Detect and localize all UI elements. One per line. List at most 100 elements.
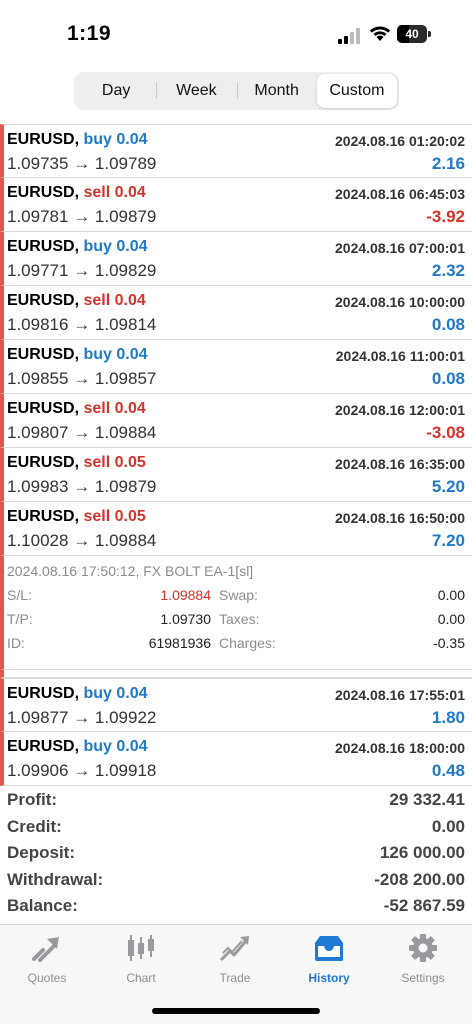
deal-row[interactable]: EURUSD, buy 0.04 2024.08.16 11:00:01 1.098… <box>0 340 472 394</box>
deal-prices: 1.09771 → 1.09829 <box>7 261 156 281</box>
deal-row[interactable]: EURUSD, buy 0.04 2024.08.16 18:00:00 1.099… <box>0 732 472 786</box>
deal-close-price: 1.09857 <box>94 369 157 388</box>
deal-title: EURUSD, sell 0.05 <box>7 454 146 472</box>
deal-profit: 0.48 <box>431 761 465 780</box>
segment-month[interactable]: Month <box>236 74 317 108</box>
summary-withdrawal-row: Withdrawal: -208 200.00 <box>0 867 472 894</box>
deal-title: EURUSD, sell 0.05 <box>7 508 146 526</box>
status-bar: 1:19 40 <box>0 0 472 70</box>
battery-icon: 40 <box>397 25 431 43</box>
charges-label: Charges: <box>219 635 276 651</box>
deal-open-price: 1.09735 <box>7 154 69 173</box>
deal-open-price: 1.09855 <box>7 369 69 388</box>
deal-type: buy 0.04 <box>83 685 148 702</box>
cellular-signal-icon <box>338 28 360 44</box>
deal-symbol: EURUSD, <box>7 454 80 471</box>
deal-profit: 2.32 <box>431 261 465 280</box>
charges-value: -0.35 <box>433 635 465 651</box>
tab-quotes[interactable]: Quotes <box>0 933 94 989</box>
deal-type: sell 0.04 <box>83 184 146 201</box>
deal-row[interactable]: EURUSD, buy 0.04 2024.08.16 01:20:02 1.097… <box>0 124 472 178</box>
deal-type: sell 0.04 <box>83 292 146 309</box>
deal-arrow: → <box>73 477 91 496</box>
credit-value: 0.00 <box>431 816 465 836</box>
deal-close-price: 1.09814 <box>94 315 157 334</box>
settings-icon <box>409 934 437 962</box>
summary-credit-row: Credit: 0.00 <box>0 814 472 841</box>
tab-history[interactable]: History <box>282 933 376 989</box>
deal-time: 2024.08.16 10:00:00 <box>335 294 465 310</box>
deal-type: sell 0.05 <box>83 508 146 525</box>
deal-time: 2024.08.16 11:00:01 <box>335 348 465 364</box>
segment-custom[interactable]: Custom <box>316 74 397 108</box>
taxes-value: 0.00 <box>437 611 465 627</box>
home-indicator <box>152 1008 320 1014</box>
withdrawal-label: Withdrawal: <box>7 869 104 889</box>
swap-label: Swap: <box>219 587 258 603</box>
deal-row[interactable]: EURUSD, sell 0.04 2024.08.16 06:45:03 1.09… <box>0 178 472 232</box>
deal-row[interactable]: EURUSD, buy 0.04 2024.08.16 17:55:01 1.098… <box>0 678 472 732</box>
deal-arrow: → <box>73 315 91 334</box>
deal-open-price: 1.10028 <box>7 531 69 550</box>
deal-symbol: EURUSD, <box>7 184 80 201</box>
deal-prices: 1.09781 → 1.09879 <box>7 207 156 227</box>
deal-symbol: EURUSD, <box>7 738 80 755</box>
balance-value: -52 867.59 <box>383 896 465 915</box>
deal-profit: 1.80 <box>431 708 465 727</box>
deal-row[interactable]: EURUSD, sell 0.05 2024.08.16 16:35:00 1.09… <box>0 448 472 502</box>
tab-trade[interactable]: Trade <box>188 933 282 989</box>
deal-prices: 1.09735 → 1.09789 <box>7 154 156 174</box>
chart-icon <box>128 935 154 961</box>
deposit-label: Deposit: <box>7 843 75 862</box>
taxes-label: Taxes: <box>219 611 260 627</box>
deal-symbol: EURUSD, <box>7 400 80 417</box>
deal-title: EURUSD, buy 0.04 <box>7 738 148 756</box>
deal-title: EURUSD, sell 0.04 <box>7 292 146 310</box>
deal-symbol: EURUSD, <box>7 238 80 255</box>
id-value: 61981936 <box>148 635 211 651</box>
tab-settings[interactable]: Settings <box>376 933 470 989</box>
deal-symbol: EURUSD, <box>7 131 80 148</box>
account-summary: Profit: 29 332.41 Credit: 0.00 Deposit: … <box>0 787 472 920</box>
deal-open-price: 1.09816 <box>7 315 69 334</box>
segment-day[interactable]: Day <box>76 74 156 108</box>
deal-row[interactable]: EURUSD, buy 0.04 2024.08.16 07:00:01 1.097… <box>0 232 472 286</box>
tab-quotes-label: Quotes <box>27 971 67 985</box>
deals-list: EURUSD, buy 0.04 2024.08.16 01:20:02 1.097… <box>0 124 472 786</box>
profit-value: 29 332.41 <box>389 790 465 809</box>
sl-label: S/L: <box>7 587 32 603</box>
deal-time: 2024.08.16 16:35:00 <box>335 456 465 472</box>
deal-type: buy 0.04 <box>83 238 148 255</box>
deal-time: 2024.08.16 12:00:01 <box>335 402 465 418</box>
deal-title: EURUSD, buy 0.04 <box>7 238 148 256</box>
tp-value: 1.09730 <box>160 611 211 627</box>
deal-title: EURUSD, buy 0.04 <box>7 685 148 703</box>
deal-row[interactable]: EURUSD, sell 0.05 2024.08.16 16:50:00 1.10… <box>0 502 472 556</box>
deal-prices: 1.09807 → 1.09884 <box>7 423 156 443</box>
deal-time: 2024.08.16 06:45:03 <box>335 186 465 202</box>
deal-close-price: 1.09922 <box>94 708 157 727</box>
deal-profit: 2.16 <box>431 154 465 173</box>
wifi-icon <box>370 26 390 41</box>
credit-label: Credit: <box>7 816 62 836</box>
deal-open-price: 1.09877 <box>7 708 69 727</box>
deal-open-price: 1.09983 <box>7 477 69 496</box>
deal-prices: 1.09906 → 1.09918 <box>7 761 156 781</box>
deal-open-price: 1.09807 <box>7 423 69 442</box>
deal-details[interactable]: 2024.08.16 17:50:12, FX BOLT EA-1[sl] S/… <box>0 556 472 670</box>
deal-close-price: 1.09789 <box>94 154 157 173</box>
deal-prices: 1.09983 → 1.09879 <box>7 477 156 497</box>
deal-row[interactable]: EURUSD, sell 0.04 2024.08.16 10:00:00 1.09… <box>0 286 472 340</box>
tab-chart[interactable]: Chart <box>94 933 188 989</box>
tab-history-label: History <box>308 971 350 985</box>
deal-time: 2024.08.16 18:00:00 <box>335 740 465 756</box>
deal-title: EURUSD, sell 0.04 <box>7 400 146 418</box>
deal-prices: 1.10028 → 1.09884 <box>7 531 156 551</box>
tab-chart-label: Chart <box>126 971 156 985</box>
deal-arrow: → <box>73 261 91 280</box>
sl-value: 1.09884 <box>160 587 211 603</box>
trade-icon <box>219 936 249 962</box>
segment-week[interactable]: Week <box>156 74 236 108</box>
deal-row[interactable]: EURUSD, sell 0.04 2024.08.16 12:00:01 1.09… <box>0 394 472 448</box>
deal-time: 2024.08.16 16:50:00 <box>335 510 465 526</box>
